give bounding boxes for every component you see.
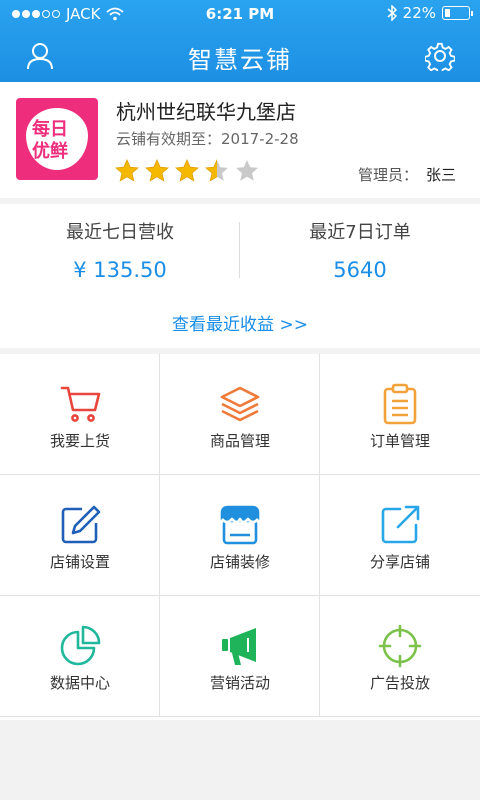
store-manager: 管理员： 张三 [358, 164, 456, 185]
orders-value: 5640 [333, 258, 387, 282]
orders-label: 最近7日订单 [309, 222, 411, 243]
target-icon [378, 624, 422, 668]
share-icon [381, 505, 420, 544]
pie-chart-icon [60, 625, 101, 666]
menu-label: 订单管理 [369, 432, 430, 450]
orders-stat: 最近7日订单 5640 [240, 218, 480, 282]
bluetooth-icon [387, 5, 397, 21]
store-card[interactable]: 每日 优鲜 杭州世纪联华九堡店 云铺有效期至：2017-2-28 管理员： 张三 [0, 82, 480, 198]
function-grid: 我要上货 商品管理 订单管理 店铺设置 店铺装修 分享店铺 数据中心 营销活动 … [0, 354, 480, 720]
store-expiry: 云铺有效期至：2017-2-28 [116, 130, 299, 148]
battery-icon [442, 6, 473, 20]
menu-label: 商品管理 [209, 432, 270, 450]
star-icon [175, 159, 199, 182]
menu-item-store-decoration[interactable]: 店铺装修 [160, 475, 320, 596]
stats-panel: 最近七日营收 ¥ 135.50 最近7日订单 5640 查看最近收益 >> [0, 204, 480, 348]
app-header: JACK 6:21 PM 22% 智慧云铺 [0, 0, 480, 82]
menu-label: 我要上货 [49, 432, 110, 450]
storefront-icon [220, 505, 260, 545]
menu-item-upload-goods[interactable]: 我要上货 [0, 354, 160, 475]
star-icon [115, 159, 139, 182]
edit-icon [61, 505, 101, 544]
menu-item-order-management[interactable]: 订单管理 [320, 354, 480, 475]
star-icon [205, 159, 228, 182]
megaphone-icon [222, 628, 256, 665]
menu-label: 分享店铺 [369, 553, 430, 571]
manager-name: 张三 [425, 166, 456, 184]
revenue-stat: 最近七日营收 ¥ 135.50 [0, 218, 240, 282]
nav-bar: 智慧云铺 [0, 28, 480, 82]
store-logo: 每日 优鲜 [16, 98, 98, 180]
store-rating [114, 158, 260, 184]
menu-label: 店铺设置 [49, 553, 110, 571]
layers-icon [220, 386, 260, 422]
page-title: 智慧云铺 [188, 46, 292, 74]
store-name: 杭州世纪联华九堡店 [116, 100, 296, 124]
gear-icon [425, 42, 455, 71]
battery-percent: 22% [402, 4, 436, 22]
menu-label: 营销活动 [209, 674, 270, 692]
menu-item-share-store[interactable]: 分享店铺 [320, 475, 480, 596]
view-earnings-link[interactable]: 查看最近收益 >> [0, 310, 480, 335]
menu-item-store-settings[interactable]: 店铺设置 [0, 475, 160, 596]
settings-button[interactable] [422, 38, 458, 74]
star-icon [145, 159, 169, 182]
logo-text-line1: 每日 [32, 119, 68, 140]
menu-item-advertising[interactable]: 广告投放 [320, 596, 480, 717]
menu-label: 数据中心 [49, 674, 110, 692]
menu-item-marketing[interactable]: 营销活动 [160, 596, 320, 717]
manager-label: 管理员： [357, 166, 418, 184]
menu-item-product-management[interactable]: 商品管理 [160, 354, 320, 475]
menu-label: 店铺装修 [209, 553, 270, 571]
star-icon [236, 160, 258, 181]
revenue-value: ¥ 135.50 [73, 258, 167, 282]
revenue-label: 最近七日营收 [66, 222, 174, 243]
clipboard-icon [383, 383, 417, 425]
logo-text-line2: 优鲜 [32, 141, 68, 162]
cart-icon [60, 386, 101, 422]
menu-item-data-center[interactable]: 数据中心 [0, 596, 160, 717]
menu-label: 广告投放 [369, 674, 430, 692]
status-bar: JACK 6:21 PM 22% [0, 0, 480, 28]
